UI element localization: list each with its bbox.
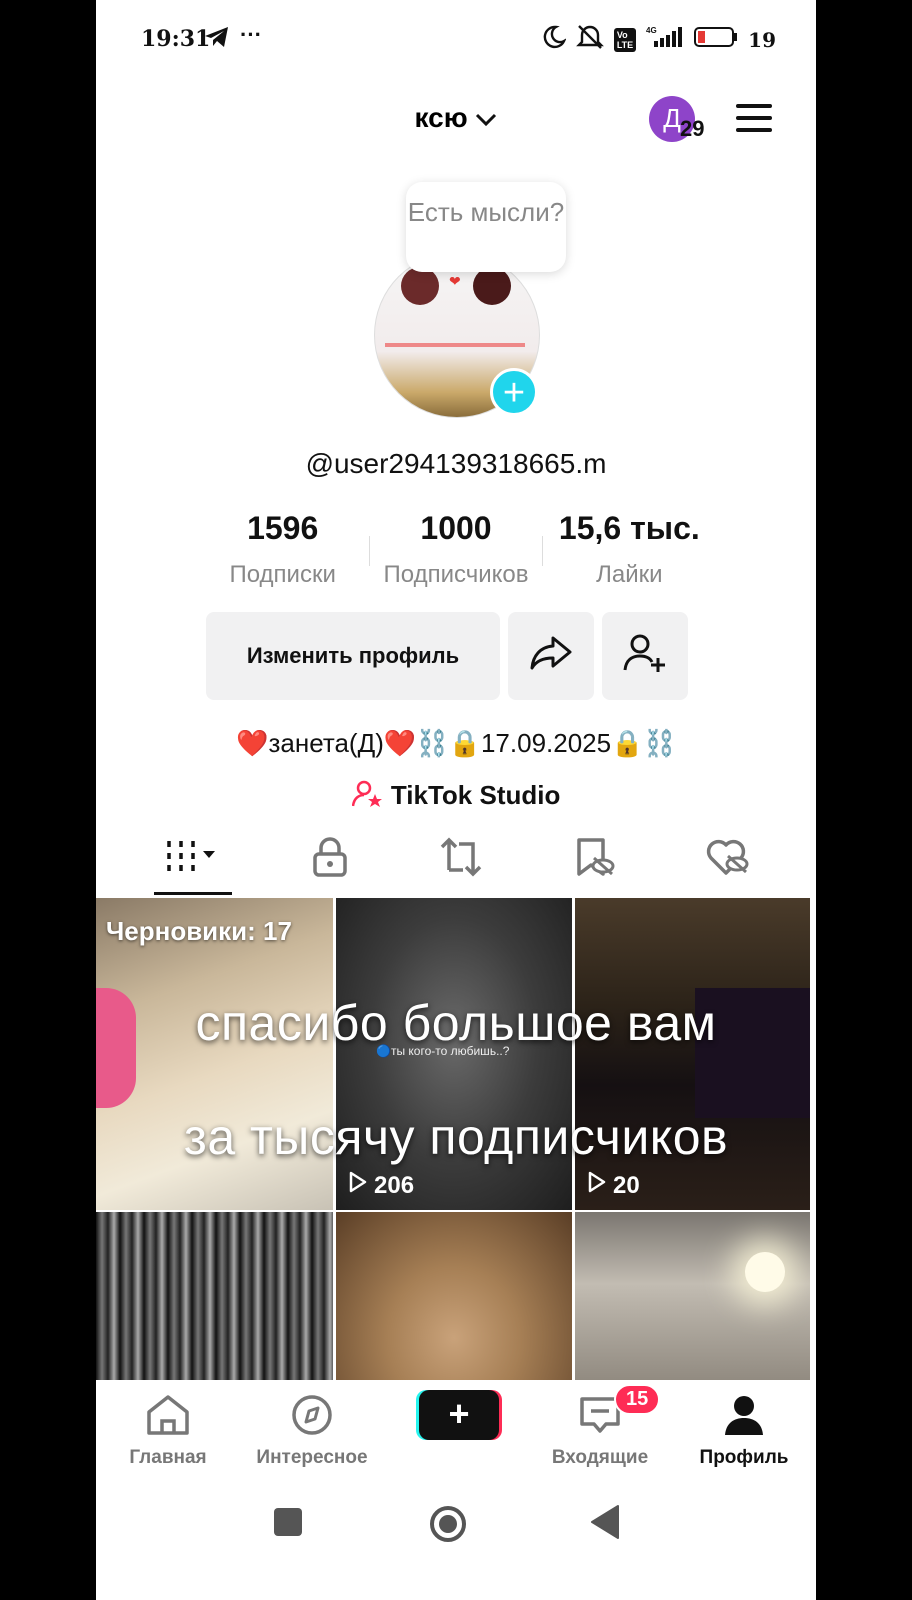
tab-reposts[interactable]: [439, 836, 483, 883]
view-count: 20: [587, 1171, 640, 1200]
stat-likes-value: 15,6 тыс.: [558, 510, 700, 546]
nav-inbox[interactable]: 15 Входящие: [528, 1380, 672, 1480]
bottom-navigation: Главная Интересное + 15 Входящие Профиль: [96, 1380, 816, 1480]
share-profile-button[interactable]: [508, 612, 594, 700]
studio-label: TikTok Studio: [390, 780, 561, 810]
stat-followers-value: 1000: [420, 510, 492, 546]
status-time: 19:31: [141, 26, 211, 52]
create-button[interactable]: +: [416, 1390, 502, 1440]
lock-icon: [310, 836, 350, 882]
account-switcher[interactable]: ксю: [96, 102, 816, 134]
menu-icon[interactable]: [736, 104, 772, 134]
avatar-photo-2: [473, 267, 511, 305]
video-thumbnail[interactable]: [336, 1212, 572, 1392]
nav-home[interactable]: Главная: [96, 1380, 240, 1480]
profile-icon: [721, 1396, 767, 1440]
tab-videos[interactable]: [161, 837, 221, 882]
nav-profile-label: Профиль: [699, 1447, 789, 1468]
view-count-value: 20: [613, 1171, 640, 1199]
play-icon: [587, 1171, 607, 1200]
do-not-disturb-icon: [542, 25, 567, 55]
stat-following-value: 1596: [247, 510, 319, 546]
profile-bio: ❤️занета(Д)❤️⛓️🔒17.09.2025🔒⛓️: [236, 728, 676, 758]
compass-icon: [289, 1395, 335, 1440]
signal-4g-icon: 4G: [646, 25, 684, 55]
status-bar: 19:31 ··· Vo LTE 4G 19: [96, 0, 816, 76]
profile-stats: 1596 Подписки 1000 Подписчиков 15,6 тыс.…: [196, 510, 716, 590]
stat-following[interactable]: 1596 Подписки: [196, 510, 369, 590]
profile-header: ксю Д 29: [96, 96, 816, 156]
home-icon: [145, 1395, 191, 1440]
add-friends-button[interactable]: [602, 612, 688, 700]
tiktok-profile-screen: 19:31 ··· Vo LTE 4G 19 ксю Д 29 ❤ + Есть…: [96, 0, 816, 1600]
repost-icon: [439, 837, 483, 882]
overlay-caption-line-1: спасибо большое вам: [195, 995, 717, 1051]
nav-discover-label: Интересное: [256, 1447, 368, 1468]
stat-divider: [369, 536, 371, 566]
account-name: ксю: [414, 102, 468, 133]
stat-following-label: Подписки: [229, 561, 336, 588]
avatar-bar: [385, 343, 525, 347]
studio-icon: [351, 780, 391, 810]
play-icon: [348, 1171, 368, 1200]
view-count-value: 206: [374, 1171, 415, 1199]
bookmark-hidden-icon: [572, 837, 616, 882]
edit-profile-button[interactable]: Изменить профиль: [206, 612, 500, 700]
video-thumbnail[interactable]: [96, 1212, 333, 1392]
stat-likes-label: Лайки: [596, 561, 663, 588]
tab-favorites[interactable]: [572, 836, 616, 883]
tab-private[interactable]: [310, 836, 350, 883]
stat-likes[interactable]: 15,6 тыс. Лайки: [543, 510, 716, 590]
stat-followers[interactable]: 1000 Подписчиков: [369, 510, 543, 590]
story-count: 29: [680, 116, 705, 141]
share-icon: [529, 635, 573, 677]
add-story-button[interactable]: +: [490, 368, 538, 416]
tab-liked[interactable]: [705, 836, 751, 883]
silent-icon: [575, 24, 604, 56]
more-notifications-icon: ···: [240, 22, 262, 47]
avatar-photo: [401, 267, 439, 305]
svg-text:4G: 4G: [646, 26, 657, 35]
thoughts-bubble[interactable]: Есть мысли?: [406, 182, 566, 272]
nav-create[interactable]: +: [384, 1380, 528, 1480]
inbox-badge: 15: [614, 1384, 661, 1415]
inbox-icon: [577, 1397, 623, 1440]
battery-level: 19: [748, 28, 776, 52]
nav-inbox-label: Входящие: [551, 1447, 649, 1468]
add-user-icon: [622, 632, 668, 680]
thumbnail-light: [745, 1252, 785, 1292]
profile-handle: @user294139318665.m: [305, 448, 607, 479]
tiktok-studio-link[interactable]: TikTok Studio: [96, 780, 816, 811]
nav-home-label: Главная: [129, 1447, 207, 1468]
battery-icon: [694, 26, 738, 54]
heart-hidden-icon: [705, 839, 751, 882]
active-tab-indicator: [154, 892, 232, 895]
home-circle-icon[interactable]: [428, 1504, 468, 1549]
nav-discover[interactable]: Интересное: [240, 1380, 384, 1480]
chevron-down-icon: [475, 102, 497, 133]
stat-followers-label: Подписчиков: [383, 561, 529, 588]
plus-icon: +: [419, 1390, 499, 1440]
back-icon[interactable]: [590, 1504, 622, 1545]
volte-icon: Vo LTE: [613, 28, 637, 52]
profile-tabs: [96, 822, 816, 896]
nav-profile[interactable]: Профиль: [672, 1380, 816, 1480]
view-count: 206: [348, 1171, 414, 1200]
telegram-icon: [204, 26, 230, 53]
system-navigation-bar: [96, 1480, 816, 1600]
avatar-heart: ❤: [449, 273, 461, 289]
profile-actions: Изменить профиль: [206, 612, 688, 700]
video-thumbnail[interactable]: [575, 1212, 810, 1392]
overlay-caption-line-2: за тысячу подписчиков: [183, 1109, 729, 1165]
drafts-label: Черновики: 17: [106, 916, 292, 946]
recents-icon[interactable]: [274, 1508, 302, 1536]
